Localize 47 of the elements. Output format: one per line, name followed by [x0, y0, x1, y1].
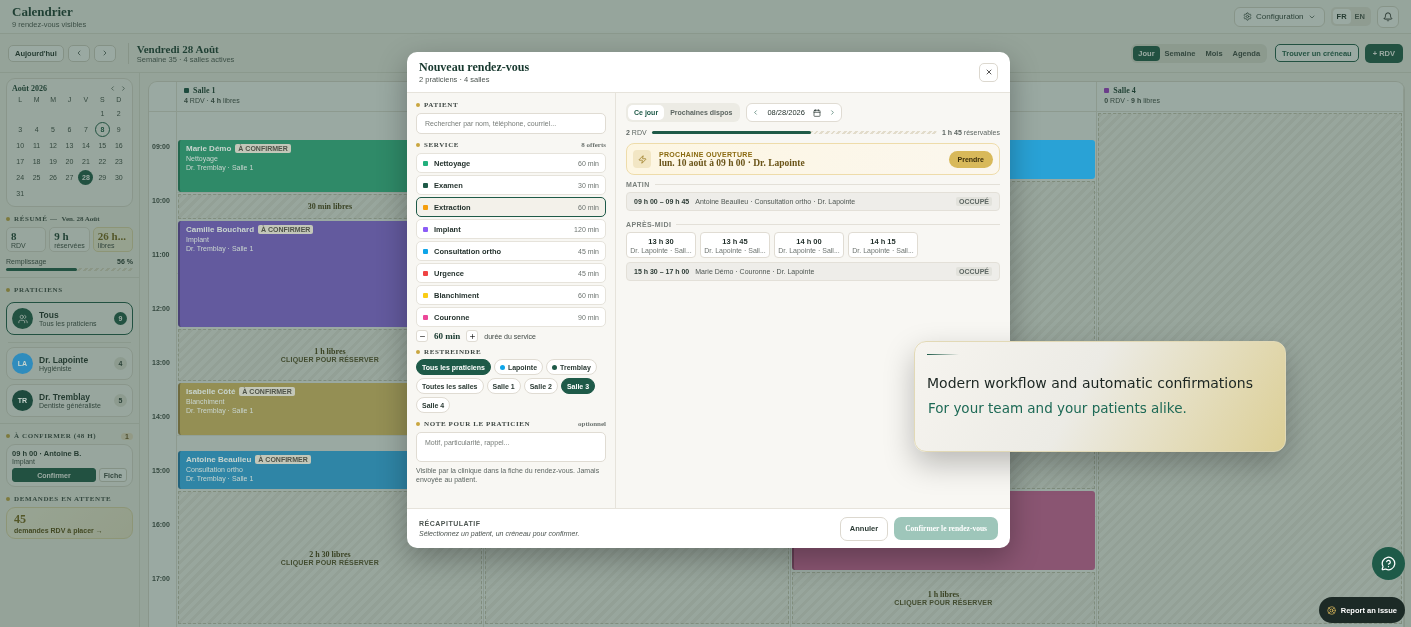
bell-icon [1383, 11, 1393, 22]
increase-button[interactable] [466, 330, 479, 342]
promo-title: Modern workflow and automatic confirmations [927, 375, 1254, 391]
page-title: Calendrier [12, 4, 74, 20]
next-month-icon[interactable] [120, 85, 127, 92]
notifications-button[interactable] [1377, 5, 1399, 28]
free-time-label: 30 min libres [307, 202, 353, 211]
stat-value: 26 h... [97, 230, 127, 242]
settings-icon [1243, 12, 1252, 21]
room-title: Salle 4 [1113, 86, 1136, 95]
free-time-label: 2 h 30 libres [309, 549, 351, 559]
patient-name: Antoine Beaulieu [186, 454, 252, 464]
next-day-button[interactable] [93, 44, 116, 62]
lightning-icon [633, 150, 651, 168]
next-date-button[interactable] [828, 109, 836, 116]
duration-value: 60 min [434, 331, 461, 341]
previous-month-icon[interactable] [109, 85, 116, 92]
practitioner-name: Tous [39, 310, 60, 320]
close-icon [984, 68, 993, 76]
promo-subtitle: For your team and your patients alike. [928, 400, 1188, 416]
next-opening-text: lun. 10 août à 09 h 00 · Dr. Lapointe [659, 157, 805, 168]
stat-value: 8 [11, 230, 18, 242]
calendar-icon [812, 108, 821, 117]
dialog-title: Nouveau rendez-vous [419, 60, 530, 75]
patient-name: Camille Bouchard [186, 225, 254, 234]
chevron-left-icon [752, 109, 760, 116]
close-button[interactable] [979, 62, 998, 82]
pending-count: 45 [14, 512, 27, 527]
patient-name: Isabelle Côté [186, 387, 236, 396]
free-time-label: 1 h libres [927, 590, 960, 599]
previous-day-button[interactable] [67, 44, 90, 62]
free-time-label: 1 h libres [314, 347, 346, 356]
chevron-right-icon [828, 109, 836, 116]
patient-name: Marie Démo [186, 144, 232, 153]
lifebuoy-icon [1326, 605, 1336, 615]
practitioner-name: Dr. Tremblay [39, 392, 91, 402]
decrease-button[interactable] [416, 330, 428, 342]
users-icon [17, 313, 28, 324]
help-icon [1381, 556, 1396, 571]
plus-icon [468, 332, 476, 340]
previous-date-button[interactable] [752, 109, 760, 116]
room-title: Salle 1 [193, 86, 216, 95]
configuration-button[interactable]: Configuration [1234, 6, 1325, 27]
practitioner-name: Dr. Lapointe [39, 355, 89, 365]
month-title: Août 2026 [12, 84, 47, 93]
date-title: Vendredi 28 Août [136, 42, 220, 55]
stat-value: 9 h [54, 230, 70, 242]
